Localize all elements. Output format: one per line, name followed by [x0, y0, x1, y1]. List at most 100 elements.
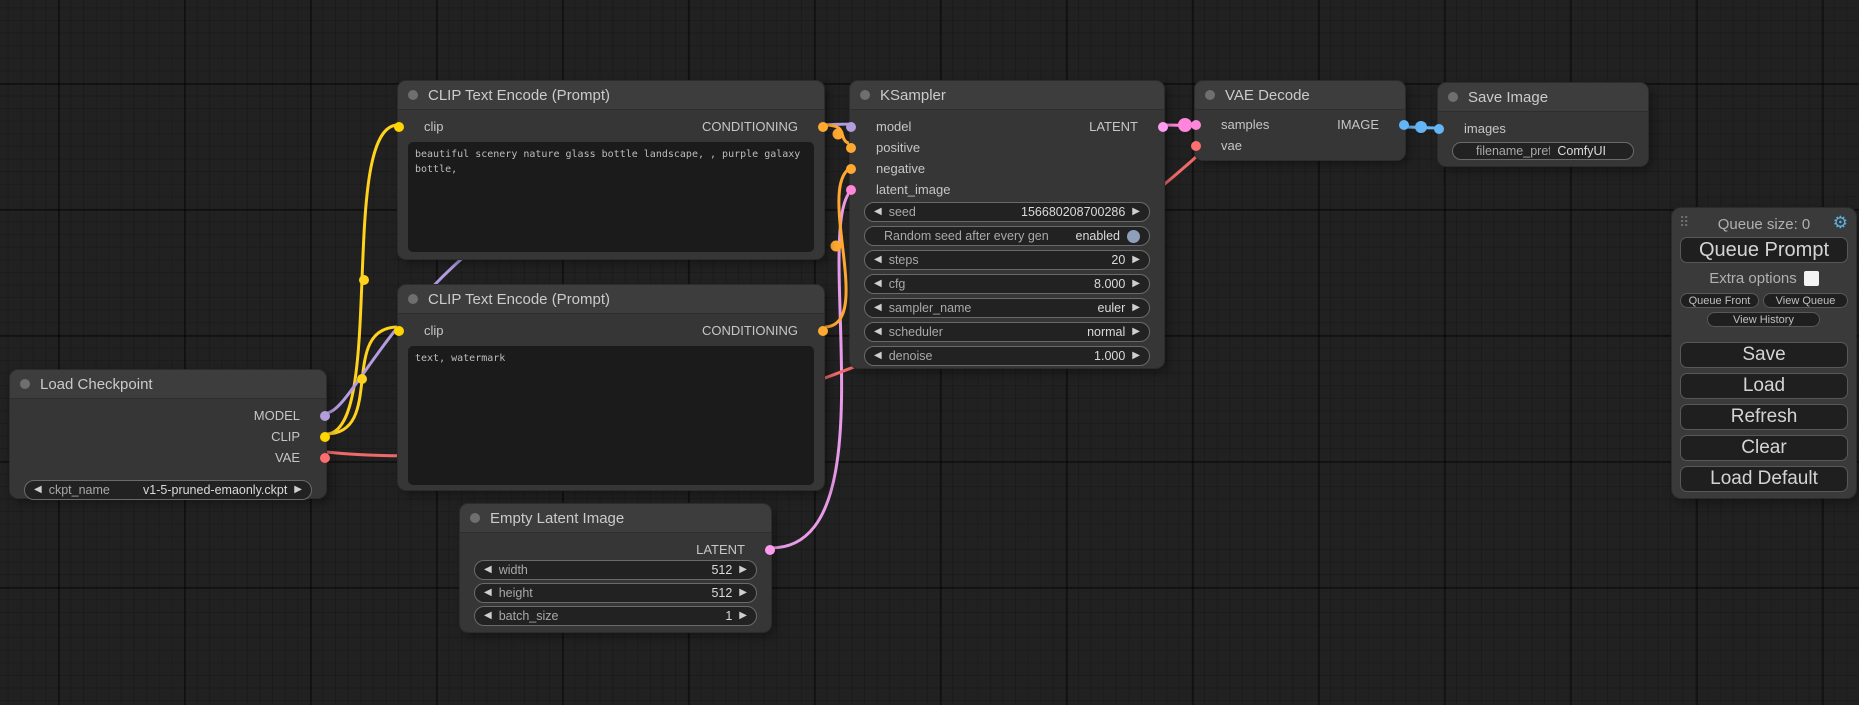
input-dot-positive[interactable] — [846, 143, 856, 153]
input-dot-clip[interactable] — [394, 122, 404, 132]
widget-filename-prefix[interactable]: filename_prefix ComfyUI — [1452, 142, 1634, 160]
increment-arrow-icon[interactable]: ▶ — [739, 611, 747, 621]
collapse-dot-icon[interactable] — [860, 90, 870, 100]
node-vae-decode[interactable]: VAE Decode samples IMAGE vae — [1195, 81, 1405, 160]
node-titlebar[interactable]: CLIP Text Encode (Prompt) — [398, 285, 824, 314]
widget-random-seed-toggle[interactable]: Random seed after every gen enabled — [864, 226, 1150, 246]
node-titlebar[interactable]: Load Checkpoint — [10, 370, 326, 399]
output-dot-model[interactable] — [320, 411, 330, 421]
output-dot-conditioning[interactable] — [818, 122, 828, 132]
collapse-dot-icon[interactable] — [1205, 90, 1215, 100]
clear-button[interactable]: Clear — [1680, 435, 1848, 461]
decrement-arrow-icon[interactable]: ◀ — [874, 327, 882, 337]
widget-scheduler[interactable]: ◀ scheduler normal ▶ — [864, 322, 1150, 342]
prompt-textarea[interactable]: text, watermark — [408, 346, 814, 485]
input-dot-vae[interactable] — [1191, 141, 1201, 151]
widget-value: normal — [1087, 325, 1125, 339]
widget-label: cfg — [889, 277, 906, 291]
widget-width[interactable]: ◀ width 512 ▶ — [474, 560, 757, 580]
input-dot-clip[interactable] — [394, 326, 404, 336]
view-queue-button[interactable]: View Queue — [1763, 293, 1848, 308]
collapse-dot-icon[interactable] — [20, 379, 30, 389]
node-ksampler[interactable]: KSampler model LATENT positive negative … — [850, 81, 1164, 368]
increment-arrow-icon[interactable]: ▶ — [1132, 279, 1140, 289]
node-title: CLIP Text Encode (Prompt) — [428, 87, 610, 104]
node-clip-text-encode-positive[interactable]: CLIP Text Encode (Prompt) clip CONDITION… — [398, 81, 824, 259]
decrement-arrow-icon[interactable]: ◀ — [874, 303, 882, 313]
queue-prompt-button[interactable]: Queue Prompt — [1680, 237, 1848, 263]
view-history-button[interactable]: View History — [1707, 312, 1820, 327]
load-button[interactable]: Load — [1680, 373, 1848, 399]
increment-arrow-icon[interactable]: ▶ — [294, 485, 302, 495]
increment-arrow-icon[interactable]: ▶ — [1132, 303, 1140, 313]
input-dot-samples[interactable] — [1191, 120, 1201, 130]
output-label-conditioning: CONDITIONING — [702, 119, 798, 134]
node-save-image[interactable]: Save Image images filename_prefix ComfyU… — [1438, 83, 1648, 166]
widget-sampler-name[interactable]: ◀ sampler_name euler ▶ — [864, 298, 1150, 318]
decrement-arrow-icon[interactable]: ◀ — [34, 485, 42, 495]
output-dot-latent[interactable] — [1158, 122, 1168, 132]
increment-arrow-icon[interactable]: ▶ — [1132, 255, 1140, 265]
node-load-checkpoint[interactable]: Load Checkpoint MODEL CLIP VAE ◀ ckpt_na… — [10, 370, 326, 498]
input-dot-latent-image[interactable] — [846, 185, 856, 195]
increment-arrow-icon[interactable]: ▶ — [739, 588, 747, 598]
collapse-dot-icon[interactable] — [408, 294, 418, 304]
output-dot-vae[interactable] — [320, 453, 330, 463]
node-graph-canvas[interactable]: Load Checkpoint MODEL CLIP VAE ◀ ckpt_na… — [0, 0, 1859, 705]
input-label-clip: clip — [424, 323, 444, 338]
widget-value: euler — [1098, 301, 1126, 315]
widget-cfg[interactable]: ◀ cfg 8.000 ▶ — [864, 274, 1150, 294]
decrement-arrow-icon[interactable]: ◀ — [484, 588, 492, 598]
widget-seed[interactable]: ◀ seed 156680208700286 ▶ — [864, 202, 1150, 222]
widget-label: height — [499, 586, 533, 600]
widget-batch-size[interactable]: ◀ batch_size 1 ▶ — [474, 606, 757, 626]
input-label-latent-image: latent_image — [876, 182, 950, 197]
widget-value: 8.000 — [1094, 277, 1125, 291]
widget-ckpt-name[interactable]: ◀ ckpt_name v1-5-pruned-emaonly.ckpt ▶ — [24, 480, 312, 500]
node-titlebar[interactable]: CLIP Text Encode (Prompt) — [398, 81, 824, 110]
refresh-button[interactable]: Refresh — [1680, 404, 1848, 430]
increment-arrow-icon[interactable]: ▶ — [1132, 351, 1140, 361]
input-dot-images[interactable] — [1434, 124, 1444, 134]
node-titlebar[interactable]: KSampler — [850, 81, 1164, 110]
save-button[interactable]: Save — [1680, 342, 1848, 368]
output-dot-latent[interactable] — [765, 545, 775, 555]
decrement-arrow-icon[interactable]: ◀ — [874, 255, 882, 265]
prompt-textarea[interactable]: beautiful scenery nature glass bottle la… — [408, 142, 814, 252]
increment-arrow-icon[interactable]: ▶ — [1132, 327, 1140, 337]
decrement-arrow-icon[interactable]: ◀ — [874, 351, 882, 361]
decrement-arrow-icon[interactable]: ◀ — [874, 279, 882, 289]
output-dot-clip[interactable] — [320, 432, 330, 442]
node-empty-latent-image[interactable]: Empty Latent Image LATENT ◀ width 512 ▶ … — [460, 504, 771, 632]
widget-steps[interactable]: ◀ steps 20 ▶ — [864, 250, 1150, 270]
increment-arrow-icon[interactable]: ▶ — [739, 565, 747, 575]
node-clip-text-encode-negative[interactable]: CLIP Text Encode (Prompt) clip CONDITION… — [398, 285, 824, 490]
input-dot-negative[interactable] — [846, 164, 856, 174]
widget-height[interactable]: ◀ height 512 ▶ — [474, 583, 757, 603]
extra-options-checkbox[interactable] — [1804, 271, 1819, 286]
widget-label: denoise — [889, 349, 933, 363]
output-dot-conditioning[interactable] — [818, 326, 828, 336]
link-dot — [1178, 118, 1192, 132]
increment-arrow-icon[interactable]: ▶ — [1132, 207, 1140, 217]
decrement-arrow-icon[interactable]: ◀ — [484, 565, 492, 575]
output-dot-image[interactable] — [1399, 120, 1409, 130]
decrement-arrow-icon[interactable]: ◀ — [874, 207, 882, 217]
input-dot-model[interactable] — [846, 122, 856, 132]
node-titlebar[interactable]: Save Image — [1438, 83, 1648, 112]
node-titlebar[interactable]: Empty Latent Image — [460, 504, 771, 533]
queue-size-label: Queue size: 0 — [1672, 216, 1856, 233]
toggle-circle-icon[interactable] — [1127, 230, 1140, 243]
input-label-images: images — [1464, 121, 1506, 136]
settings-gear-icon[interactable]: ⚙ — [1833, 214, 1848, 231]
load-default-button[interactable]: Load Default — [1680, 466, 1848, 492]
collapse-dot-icon[interactable] — [470, 513, 480, 523]
decrement-arrow-icon[interactable]: ◀ — [484, 611, 492, 621]
queue-front-button[interactable]: Queue Front — [1680, 293, 1759, 308]
widget-value: 156680208700286 — [1021, 205, 1125, 219]
link-dot — [833, 129, 844, 140]
collapse-dot-icon[interactable] — [408, 90, 418, 100]
node-titlebar[interactable]: VAE Decode — [1195, 81, 1405, 110]
collapse-dot-icon[interactable] — [1448, 92, 1458, 102]
widget-denoise[interactable]: ◀ denoise 1.000 ▶ — [864, 346, 1150, 366]
